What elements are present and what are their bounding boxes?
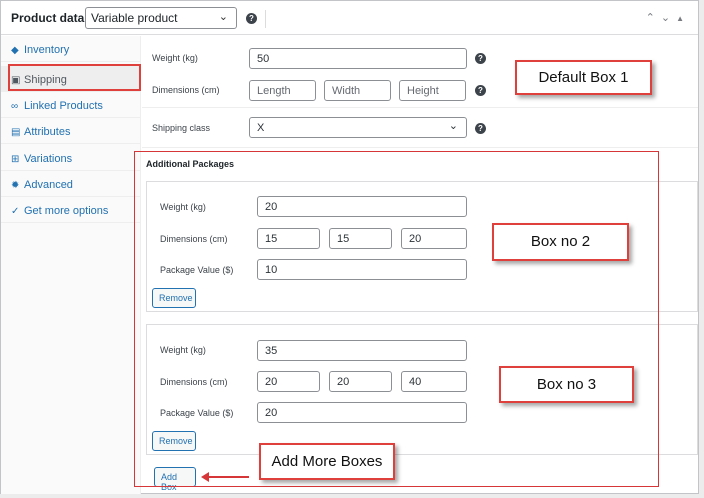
shipping-class-value: X (257, 122, 265, 134)
tab-linked-products[interactable]: ∞ Linked Products (1, 92, 141, 118)
panel-sort-controls[interactable]: ⌃⌄▲ (646, 11, 690, 24)
tab-advanced[interactable]: ✹ Advanced (1, 171, 141, 197)
weight-label: Weight (kg) (152, 53, 198, 63)
chevron-down-icon[interactable]: ⌄ (661, 12, 676, 24)
plugin-icon: ✓ (11, 206, 20, 217)
shipping-class-label: Shipping class (152, 123, 211, 133)
shipping-tab-highlight (8, 64, 141, 91)
chevron-up-icon[interactable]: ⌃ (646, 12, 661, 24)
gear-icon: ✹ (11, 180, 20, 191)
product-type-value: Variable product (91, 11, 178, 25)
length-input[interactable]: Length (249, 80, 316, 101)
tab-label: Attributes (24, 126, 71, 138)
triangle-up-icon[interactable]: ▲ (676, 14, 690, 23)
tab-label: Variations (24, 153, 73, 165)
help-icon[interactable]: ? (246, 13, 257, 24)
dimensions-label: Dimensions (cm) (152, 85, 220, 95)
chevron-down-icon: ⌄ (218, 11, 228, 23)
list-icon: ▤ (11, 127, 21, 138)
help-icon[interactable]: ? (475, 123, 486, 134)
product-data-tabs: ◆ Inventory ▣ Shipping ∞ Linked Products ▤ A… (1, 36, 141, 494)
tab-label: Get more options (24, 205, 109, 217)
arrow-left-icon (201, 472, 209, 482)
tab-attributes[interactable]: ▤ Attributes (1, 118, 141, 144)
divider (142, 147, 698, 148)
help-icon[interactable]: ? (475, 85, 486, 96)
tag-icon: ◆ (11, 45, 19, 56)
callout-add-more: Add More Boxes (259, 443, 395, 480)
product-data-header: Product data — Variable product ⌄ ? ⌃⌄▲ (1, 1, 698, 35)
height-input[interactable]: Height (399, 80, 466, 101)
tab-inventory[interactable]: ◆ Inventory (1, 36, 141, 62)
tab-label: Inventory (24, 44, 70, 56)
callout-box-3: Box no 3 (499, 366, 634, 403)
chevron-down-icon: ⌄ (448, 120, 458, 132)
width-input[interactable]: Width (324, 80, 391, 101)
grid-icon: ⊞ (11, 154, 20, 165)
callout-default-box: Default Box 1 (515, 60, 652, 95)
tab-label: Advanced (24, 179, 73, 191)
divider (142, 107, 698, 108)
shipping-class-select[interactable]: X ⌄ (249, 117, 467, 138)
help-icon[interactable]: ? (475, 53, 486, 64)
callout-box-2: Box no 2 (492, 223, 629, 261)
tab-get-more-options[interactable]: ✓ Get more options (1, 197, 141, 223)
tab-label: Linked Products (24, 100, 103, 112)
header-divider (265, 10, 266, 28)
weight-input[interactable]: 50 (249, 48, 467, 69)
annotation-arrow (209, 476, 249, 478)
link-icon: ∞ (11, 101, 19, 112)
tab-variations[interactable]: ⊞ Variations (1, 145, 141, 171)
product-data-panel: Product data — Variable product ⌄ ? ⌃⌄▲ … (0, 0, 699, 494)
product-type-select[interactable]: Variable product ⌄ (85, 7, 237, 29)
additional-packages-highlight (134, 151, 659, 487)
